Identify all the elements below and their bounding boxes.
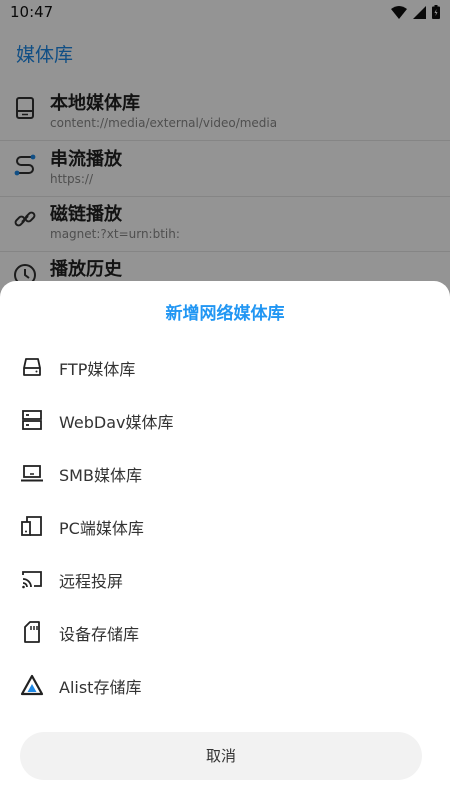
option-label: PC端媒体库	[59, 519, 144, 538]
cast-icon	[22, 571, 42, 589]
option-label: SMB媒体库	[59, 466, 142, 485]
ftp-drive-icon	[23, 358, 41, 376]
cancel-button[interactable]: 取消	[20, 732, 422, 780]
add-network-library-sheet: 新增网络媒体库 FTP媒体库 WebDav媒体库 SMB媒体库 PC端媒体库 远…	[0, 281, 450, 800]
option-ftp[interactable]: FTP媒体库	[0, 341, 450, 393]
option-smb[interactable]: SMB媒体库	[0, 447, 450, 499]
option-remote-cast[interactable]: 远程投屏	[0, 553, 450, 605]
server-icon	[22, 410, 42, 430]
option-label: Alist存储库	[59, 678, 142, 697]
option-device-storage[interactable]: 设备存储库	[0, 606, 450, 658]
option-webdav[interactable]: WebDav媒体库	[0, 394, 450, 446]
option-label: WebDav媒体库	[59, 413, 174, 432]
alist-icon	[20, 674, 44, 696]
option-label: 远程投屏	[59, 572, 124, 591]
option-pc[interactable]: PC端媒体库	[0, 500, 450, 552]
option-label: FTP媒体库	[59, 360, 136, 379]
option-alist[interactable]: Alist存储库	[0, 659, 450, 711]
pc-device-icon	[21, 516, 42, 536]
sheet-title: 新增网络媒体库	[165, 304, 285, 324]
option-label: 设备存储库	[59, 625, 140, 644]
laptop-icon	[21, 465, 43, 482]
sd-card-icon	[24, 621, 40, 643]
